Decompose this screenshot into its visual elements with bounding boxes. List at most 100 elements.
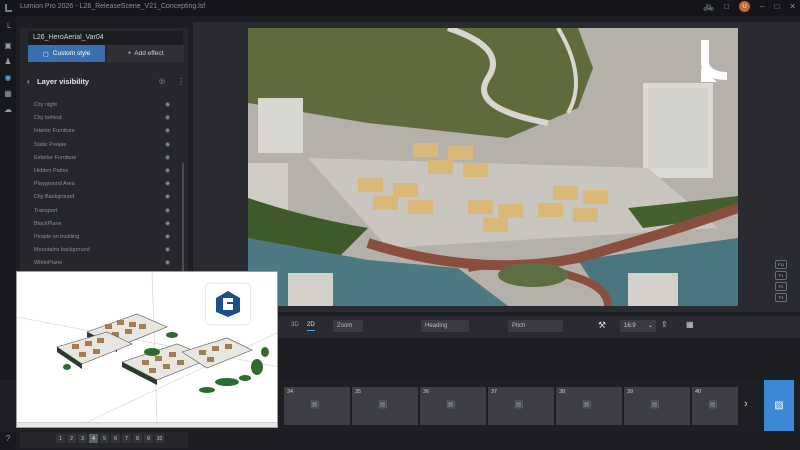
eye-icon[interactable]: ◉ xyxy=(165,244,170,257)
page-button[interactable]: 2 xyxy=(67,434,76,443)
cloud-icon[interactable]: ☁ xyxy=(3,104,13,114)
eye-icon[interactable]: ◉ xyxy=(165,231,170,244)
eye-icon[interactable]: ◉ xyxy=(165,218,170,231)
chevron-left-icon[interactable]: ‹ xyxy=(27,77,30,86)
page-button-active[interactable]: 4 xyxy=(89,434,98,443)
layer-row[interactable]: Transport ◉ xyxy=(20,205,180,218)
custom-style-button[interactable]: ▢ Custom style xyxy=(28,45,105,62)
eye-icon[interactable]: ◉ xyxy=(165,139,170,152)
scene-name-field[interactable]: L26_HeroAerial_Var04 xyxy=(28,31,183,45)
thumbnail-slot[interactable]: 40 ▣ xyxy=(692,387,738,425)
page-button[interactable]: 3 xyxy=(78,434,87,443)
chevron-right-icon[interactable]: › xyxy=(744,398,748,410)
eye-icon[interactable]: ◉ xyxy=(165,257,170,270)
thumbnail-slot[interactable]: 39 ▣ xyxy=(624,387,690,425)
shortcut-button[interactable]: F1 xyxy=(775,271,787,280)
eye-icon[interactable]: ◉ xyxy=(165,152,170,165)
page-button[interactable]: 7 xyxy=(122,434,131,443)
add-effect-label: Add effect xyxy=(134,50,164,57)
render-button[interactable]: ▧ xyxy=(764,380,794,431)
eye-icon[interactable]: ◉ xyxy=(165,165,170,178)
camera-icon: ▣ xyxy=(446,399,456,410)
movie-icon[interactable]: ▦ xyxy=(3,88,13,98)
aspect-ratio-select[interactable]: 16:9 ⌄ xyxy=(620,320,656,332)
folder-icon[interactable]: □ xyxy=(724,2,729,11)
layer-row[interactable]: People on building ◉ xyxy=(20,231,180,244)
camera-icon: ▣ xyxy=(514,399,524,410)
sketchup-status-bar xyxy=(17,422,277,427)
page-button[interactable]: 10 xyxy=(155,434,164,443)
thumbnail-slot[interactable]: 37 ▣ xyxy=(488,387,554,425)
layer-row[interactable]: Interior Furniture ◉ xyxy=(20,125,180,138)
slot-number: 34 xyxy=(287,389,294,395)
layer-label: Transport xyxy=(34,207,58,214)
slot-number: 37 xyxy=(491,389,498,395)
thumbnail-slot[interactable]: 35 ▣ xyxy=(352,387,418,425)
page-button[interactable]: 8 xyxy=(133,434,142,443)
layer-row[interactable]: Hidden Palms ◉ xyxy=(20,165,180,178)
page-button[interactable]: 5 xyxy=(100,434,109,443)
user-avatar[interactable]: U xyxy=(739,1,750,12)
page-button[interactable]: 9 xyxy=(144,434,153,443)
pitch-field[interactable]: Pitch xyxy=(508,320,563,332)
paint-roller-icon[interactable]: ⚒ xyxy=(598,320,606,331)
share-icon[interactable]: ⇪ xyxy=(661,320,668,329)
layer-row[interactable]: Static People ◉ xyxy=(20,139,180,152)
mode-3d-tab[interactable]: 3D xyxy=(291,322,299,328)
eye-icon[interactable]: ◉ xyxy=(165,178,170,191)
mode-2d-tab[interactable]: 2D xyxy=(307,322,315,331)
layer-row[interactable]: City Background ◉ xyxy=(20,191,180,204)
layer-visibility-header: ‹ Layer visibility ◎ ⋮ xyxy=(20,73,188,89)
aspect-ratio-value: 16:9 xyxy=(624,323,636,329)
lumion-logo-icon[interactable]: └ xyxy=(3,22,13,32)
eye-icon[interactable]: ◉ xyxy=(165,99,170,112)
add-effect-button[interactable]: + Add effect xyxy=(107,45,184,62)
bicycle-icon[interactable]: 🚲 xyxy=(703,1,714,12)
heading-field[interactable]: Heading xyxy=(421,320,469,332)
layer-label: Playground Area xyxy=(34,181,75,188)
lumion-app: Lumion Pro 2026 - L26_ReleaseScene_V21_C… xyxy=(0,0,800,450)
shortcut-button[interactable]: F2 xyxy=(775,282,787,291)
eye-icon[interactable]: ◉ xyxy=(165,205,170,218)
shortcut-button[interactable]: F3 xyxy=(775,293,787,302)
thumbnail-slot[interactable]: 34 ▣ xyxy=(284,387,350,425)
plus-icon: + xyxy=(127,50,132,57)
layer-row[interactable]: Playground Area ◉ xyxy=(20,178,180,191)
layer-row[interactable]: WhitePlane ◉ xyxy=(20,257,180,270)
layer-label: City behind xyxy=(34,115,62,122)
thumbnail-slot[interactable]: 38 ▣ xyxy=(556,387,622,425)
people-icon[interactable]: ♟ xyxy=(3,56,13,66)
layer-list-scrollbar[interactable] xyxy=(182,163,184,273)
page-button[interactable]: 1 xyxy=(56,434,65,443)
slot-number: 38 xyxy=(559,389,566,395)
layer-label: Static People xyxy=(34,141,67,148)
build-icon[interactable]: ▣ xyxy=(3,40,13,50)
render-viewport[interactable] xyxy=(248,28,738,306)
camera-icon[interactable]: ◉ xyxy=(3,72,13,82)
eye-icon[interactable]: ◉ xyxy=(165,125,170,138)
shortcut-button[interactable]: F11 xyxy=(775,260,787,269)
eye-icon[interactable]: ◉ xyxy=(165,112,170,125)
grid-icon[interactable]: ▦ xyxy=(686,320,694,329)
minimize-icon[interactable]: – xyxy=(760,2,764,11)
eye-toggle-all-icon[interactable]: ◎ xyxy=(159,77,165,85)
close-icon[interactable]: ✕ xyxy=(789,2,796,11)
zoom-field[interactable]: Zoom xyxy=(333,320,363,332)
layer-label: WhitePlane xyxy=(34,260,63,267)
sketchup-logo-icon xyxy=(206,284,250,324)
help-icon[interactable]: ? xyxy=(3,433,13,443)
title-bar-controls: 🚲 □ U – □ ✕ xyxy=(703,1,796,12)
layer-row[interactable]: BlackPlane ◉ xyxy=(20,218,180,231)
layer-row[interactable]: City behind ◉ xyxy=(20,112,180,125)
layer-row[interactable]: City night ◉ xyxy=(20,99,180,112)
layer-row[interactable]: Exterior Furniture ◉ xyxy=(20,152,180,165)
eye-icon[interactable]: ◉ xyxy=(165,191,170,204)
layer-row[interactable]: Mountains background ◉ xyxy=(20,244,180,257)
layer-label: BlackPlane xyxy=(34,220,62,227)
thumbnail-slot[interactable]: 36 ▣ xyxy=(420,387,486,425)
maximize-icon[interactable]: □ xyxy=(774,2,779,11)
page-button[interactable]: 6 xyxy=(111,434,120,443)
layer-label: City night xyxy=(34,102,57,108)
slot-number: 35 xyxy=(355,389,362,395)
more-options-icon[interactable]: ⋮ xyxy=(177,77,185,86)
